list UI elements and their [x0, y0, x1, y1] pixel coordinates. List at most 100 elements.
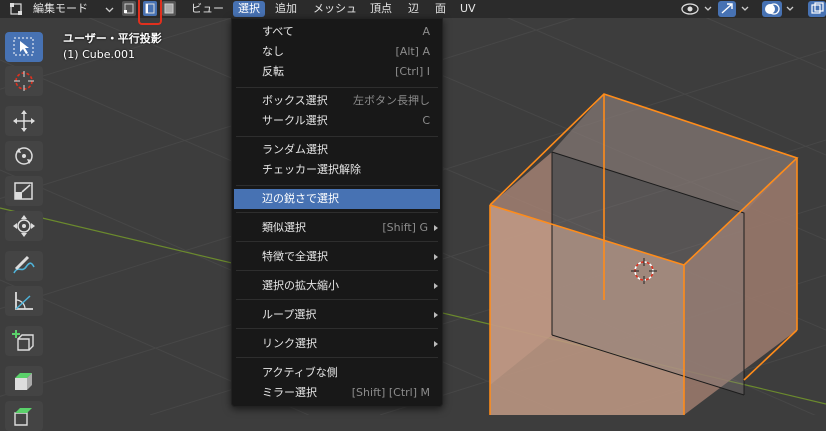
- select-menu-dropdown: すべて A なし [Alt] A 反転 [Ctrl] I ボックス選択 左ボタン…: [231, 18, 443, 407]
- menu-separator: [236, 212, 438, 213]
- submenu-arrow-icon: [434, 225, 438, 231]
- menu-face[interactable]: 面: [430, 1, 451, 17]
- menu-item-select-all-by-trait[interactable]: 特徴で全選択: [234, 247, 440, 267]
- menu-uv[interactable]: UV: [455, 1, 481, 17]
- menu-item-invert[interactable]: 反転 [Ctrl] I: [234, 62, 440, 82]
- menu-item-shortcut: [Shift] [Ctrl] M: [351, 386, 430, 399]
- face-select-icon: [164, 3, 174, 14]
- mode-label: 編集モード: [33, 2, 88, 15]
- move-icon: [13, 110, 35, 132]
- overlay-dropdown[interactable]: [762, 1, 802, 17]
- menu-mesh[interactable]: メッシュ: [308, 1, 362, 17]
- tool-annotate[interactable]: [5, 251, 43, 281]
- tool-move[interactable]: [5, 106, 43, 136]
- menu-separator: [236, 241, 438, 242]
- cursor-icon: [14, 71, 34, 91]
- menu-item-box-select[interactable]: ボックス選択 左ボタン長押し: [234, 91, 440, 111]
- menu-item-label: ランダム選択: [262, 143, 328, 156]
- extrude-icon: [15, 373, 32, 390]
- menu-vertex[interactable]: 頂点: [365, 1, 397, 17]
- menu-item-label: すべて: [262, 25, 294, 38]
- menu-item-label: サークル選択: [262, 114, 328, 127]
- viewport-header: 編集モード ビュー 選択 追加 メッシュ 頂点 辺 面 UV: [0, 0, 826, 25]
- tool-rotate[interactable]: [5, 141, 43, 171]
- submenu-arrow-icon: [434, 312, 438, 318]
- menu-item-label: 特徴で全選択: [262, 250, 328, 263]
- menu-item-shortcut: [Alt] A: [395, 45, 431, 58]
- menu-item-select-similar[interactable]: 類似選択 [Shift] G: [234, 218, 440, 238]
- menu-item-select-sharp-edges[interactable]: 辺の鋭さで選択: [234, 189, 440, 209]
- menu-item-circle-select[interactable]: サークル選択 C: [234, 111, 440, 131]
- tool-inset[interactable]: [5, 401, 43, 431]
- menu-item-select-all[interactable]: すべて A: [234, 22, 440, 42]
- gizmo-dropdown[interactable]: [718, 1, 758, 17]
- menu-item-select-linked[interactable]: リンク選択: [234, 334, 440, 354]
- visibility-dropdown[interactable]: [680, 1, 714, 17]
- menu-item-checker-deselect[interactable]: チェッカー選択解除: [234, 160, 440, 180]
- tool-transform[interactable]: [5, 211, 43, 241]
- menu-item-shortcut: [Ctrl] I: [395, 65, 430, 78]
- menu-item-select-none[interactable]: なし [Alt] A: [234, 42, 440, 62]
- add-cube-icon: [12, 330, 34, 351]
- menu-item-label: リンク選択: [262, 337, 317, 350]
- tool-scale[interactable]: [5, 176, 43, 206]
- menu-item-shortcut: [Shift] G: [382, 221, 428, 234]
- menu-item-label: ループ選択: [262, 308, 317, 321]
- rotate-icon: [15, 147, 33, 165]
- menu-item-random-select[interactable]: ランダム選択: [234, 140, 440, 160]
- vertex-select-icon: [124, 3, 134, 14]
- menu-item-label: 選択の拡大縮小: [262, 279, 339, 292]
- menu-item-shortcut: C: [422, 114, 430, 127]
- menu-add[interactable]: 追加: [270, 1, 302, 17]
- select-box-icon: [13, 37, 34, 56]
- menu-item-label: ボックス選択: [262, 94, 328, 107]
- tool-cursor[interactable]: [5, 66, 43, 96]
- menu-item-label: 辺の鋭さで選択: [262, 192, 339, 205]
- menu-item-select-more-less[interactable]: 選択の拡大縮小: [234, 276, 440, 296]
- menu-item-label: 類似選択: [262, 221, 306, 234]
- menu-item-select-mirror[interactable]: ミラー選択 [Shift] [Ctrl] M: [234, 383, 440, 403]
- face-select-mode-button[interactable]: [162, 1, 176, 16]
- mode-selector[interactable]: 編集モード: [4, 1, 116, 17]
- menu-item-shortcut: A: [422, 25, 430, 38]
- menu-item-label: ミラー選択: [262, 386, 317, 399]
- menu-item-label: アクティブな側: [262, 366, 338, 379]
- menu-item-select-loops[interactable]: ループ選択: [234, 305, 440, 325]
- annotate-icon: [13, 255, 35, 274]
- tool-measure[interactable]: [5, 286, 43, 316]
- submenu-arrow-icon: [434, 283, 438, 289]
- menu-item-label: チェッカー選択解除: [262, 163, 361, 176]
- tool-add-cube[interactable]: [5, 326, 43, 356]
- edit-mode-icon: [10, 3, 22, 15]
- inset-icon: [14, 408, 32, 426]
- overlay-icon: [765, 3, 794, 15]
- vertex-select-mode-button[interactable]: [122, 1, 136, 16]
- submenu-arrow-icon: [434, 254, 438, 260]
- menu-select[interactable]: 選択: [233, 1, 265, 17]
- object-name-label: (1) Cube.001: [63, 48, 135, 61]
- menu-item-shortcut: 左ボタン長押し: [353, 94, 430, 107]
- menu-item-label: 反転: [262, 65, 284, 78]
- transform-icon: [13, 215, 35, 237]
- scale-icon: [14, 182, 33, 200]
- tool-select-box[interactable]: [5, 32, 43, 62]
- xray-icon: [811, 2, 824, 14]
- menu-separator: [236, 185, 438, 186]
- cube-mesh: [489, 93, 799, 415]
- menu-separator: [236, 270, 438, 271]
- submenu-arrow-icon: [434, 341, 438, 347]
- xray-toggle[interactable]: [808, 1, 826, 17]
- menu-separator: [236, 136, 438, 137]
- gizmo-icon: [721, 3, 749, 14]
- menu-item-side-of-active[interactable]: アクティブな側: [234, 363, 440, 383]
- menu-edge[interactable]: 辺: [403, 1, 424, 17]
- menu-separator: [236, 299, 438, 300]
- measure-icon: [15, 292, 33, 310]
- menu-view[interactable]: ビュー: [186, 1, 229, 17]
- tool-extrude[interactable]: [5, 366, 43, 396]
- menu-item-label: なし: [262, 45, 284, 58]
- eye-icon: [681, 3, 712, 15]
- menu-separator: [236, 328, 438, 329]
- view-name-label: ユーザー・平行投影: [63, 32, 162, 45]
- menu-separator: [236, 87, 438, 88]
